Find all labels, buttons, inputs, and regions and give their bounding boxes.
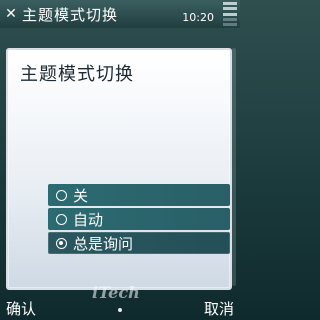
dialog: 主题模式切换 关 自动 总是询问 (6, 48, 232, 290)
softkey-right[interactable]: 取消 (204, 298, 234, 319)
option-off[interactable]: 关 (48, 184, 230, 206)
option-label: 总是询问 (73, 234, 134, 253)
option-always-ask[interactable]: 总是询问 (48, 232, 230, 254)
battery-icon (223, 2, 237, 26)
clock: 10:20 (182, 11, 214, 24)
dialog-title: 主题模式切换 (20, 64, 134, 85)
radio-unselected-icon (56, 189, 67, 201)
status-bar: ✕ 主题模式切换 10:20 (0, 0, 240, 28)
option-label: 自动 (73, 210, 104, 229)
option-auto[interactable]: 自动 (48, 208, 230, 230)
option-label: 关 (73, 186, 89, 205)
close-icon[interactable]: ✕ (2, 5, 20, 23)
options-list: 关 自动 总是询问 (48, 184, 230, 256)
scroll-indicator (232, 48, 236, 286)
radio-unselected-icon (56, 213, 67, 225)
radio-selected-icon (56, 237, 67, 249)
center-indicator (118, 308, 122, 312)
softkey-left[interactable]: 确认 (6, 298, 36, 319)
window-title: 主题模式切换 (22, 5, 119, 24)
